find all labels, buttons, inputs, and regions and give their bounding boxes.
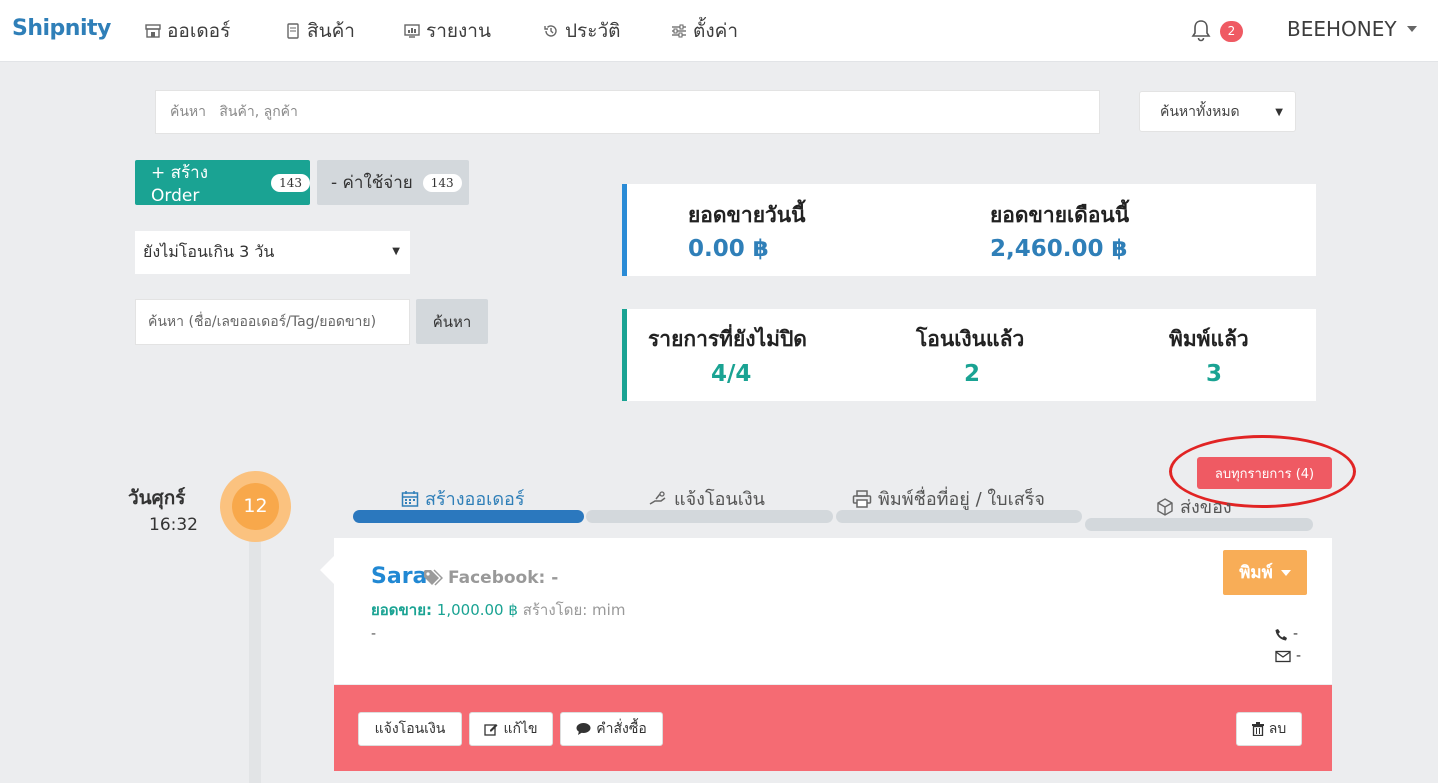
order-search-button[interactable]: ค้นหา bbox=[416, 299, 488, 344]
print-button-label: พิมพ์ bbox=[1239, 563, 1273, 583]
step-ship-bar bbox=[1085, 518, 1313, 531]
delete-order-label: ลบ bbox=[1268, 721, 1287, 737]
notify-payment-button[interactable]: แจ้งโอนเงิน bbox=[358, 712, 462, 746]
timeline-day: วันศุกร์ bbox=[128, 487, 186, 509]
step-ship-label: ส่งของ bbox=[1180, 497, 1232, 518]
notification-badge: 2 bbox=[1220, 21, 1243, 42]
step-notify-payment[interactable]: แจ้งโอนเงิน bbox=[648, 484, 765, 513]
open-orders-value: 4/4 bbox=[711, 361, 752, 387]
step-create-order[interactable]: สร้างออเดอร์ bbox=[401, 484, 525, 513]
nav-orders-label: ออเดอร์ bbox=[167, 20, 231, 42]
edit-icon bbox=[484, 724, 498, 736]
create-order-button[interactable]: + สร้าง Order 143 bbox=[135, 160, 310, 206]
report-icon bbox=[404, 24, 420, 38]
timeline-date: 12 bbox=[232, 483, 279, 530]
expense-count: 143 bbox=[422, 173, 462, 192]
step-print-address-bar bbox=[836, 510, 1082, 523]
comment-icon bbox=[576, 723, 591, 735]
today-sales-label: ยอดขายวันนี้ bbox=[688, 203, 806, 227]
printed-value: 3 bbox=[1206, 361, 1223, 387]
order-filter-value: ยังไม่โอนเกิน 3 วัน bbox=[143, 242, 275, 261]
step-notify-payment-bar bbox=[586, 510, 833, 523]
nav-history-label: ประวัติ bbox=[565, 20, 621, 42]
printed-label: พิมพ์แล้ว bbox=[1169, 327, 1249, 351]
envelope-icon bbox=[1275, 650, 1291, 662]
customer-phone: - bbox=[1275, 626, 1298, 642]
nav-orders[interactable]: ออเดอร์ bbox=[145, 16, 230, 46]
edit-order-button[interactable]: แก้ไข bbox=[469, 712, 553, 746]
step-notify-payment-label: แจ้งโอนเงิน bbox=[674, 489, 765, 510]
timeline-time: 16:32 bbox=[149, 515, 198, 535]
order-filter-select[interactable]: ยังไม่โอนเกิน 3 วัน ▼ bbox=[135, 231, 410, 274]
order-message-label: คำสั่งซื้อ bbox=[596, 721, 647, 737]
step-create-order-label: สร้างออเดอร์ bbox=[425, 489, 525, 510]
search-scope-value: ค้นหาทั้งหมด bbox=[1160, 103, 1240, 120]
history-icon bbox=[544, 25, 557, 37]
step-ship[interactable]: ส่งของ bbox=[1156, 492, 1232, 521]
store-icon bbox=[145, 24, 161, 38]
order-search-input[interactable] bbox=[135, 299, 410, 345]
month-sales-value: 2,460.00 ฿ bbox=[990, 236, 1128, 262]
brand-logo[interactable]: Shipnity bbox=[12, 16, 111, 41]
delete-order-button[interactable]: ลบ bbox=[1236, 712, 1302, 746]
created-by: สร้างโดย: mim bbox=[522, 601, 626, 619]
add-expense-button[interactable]: - ค่าใช้จ่าย 143 bbox=[317, 160, 469, 205]
nav-settings[interactable]: ตั้งค่า bbox=[671, 16, 738, 46]
customer-channel: Facebook: - bbox=[448, 568, 559, 588]
nav-products-label: สินค้า bbox=[307, 20, 355, 42]
products-icon bbox=[287, 23, 299, 39]
paid-value: 2 bbox=[964, 361, 981, 387]
tag-icon bbox=[424, 569, 443, 586]
create-order-count: 143 bbox=[271, 173, 310, 192]
sales-label: ยอดขาย: bbox=[371, 601, 433, 619]
hand-money-icon bbox=[649, 490, 666, 505]
nav-history[interactable]: ประวัติ bbox=[543, 16, 620, 46]
box-icon bbox=[1157, 497, 1173, 516]
order-card-pointer bbox=[320, 556, 334, 584]
trash-icon bbox=[1251, 722, 1264, 736]
order-sales-line: ยอดขาย: 1,000.00 ฿ สร้างโดย: mim bbox=[371, 598, 625, 622]
order-note: - bbox=[371, 626, 377, 642]
phone-value: - bbox=[1293, 626, 1299, 642]
customer-email: - bbox=[1275, 648, 1301, 664]
today-sales-value: 0.00 ฿ bbox=[688, 236, 769, 262]
add-expense-label: - ค่าใช้จ่าย bbox=[331, 173, 413, 193]
chevron-down-icon bbox=[1280, 569, 1291, 576]
bell-icon[interactable] bbox=[1190, 18, 1212, 42]
customer-name[interactable]: Sara bbox=[371, 564, 427, 589]
phone-icon bbox=[1275, 628, 1287, 640]
step-create-order-bar bbox=[353, 510, 584, 523]
open-orders-label: รายการที่ยังไม่ปิด bbox=[648, 327, 807, 351]
order-message-button[interactable]: คำสั่งซื้อ bbox=[560, 712, 663, 746]
print-dropdown-button[interactable]: พิมพ์ bbox=[1223, 550, 1307, 595]
notify-payment-label: แจ้งโอนเงิน bbox=[374, 721, 446, 737]
nav-products[interactable]: สินค้า bbox=[285, 16, 355, 46]
global-search-input[interactable] bbox=[155, 90, 1100, 134]
paid-label: โอนเงินแล้ว bbox=[916, 327, 1025, 351]
email-value: - bbox=[1296, 648, 1302, 664]
nav-settings-label: ตั้งค่า bbox=[693, 20, 738, 42]
nav-report-label: รายงาน bbox=[426, 20, 491, 42]
month-sales-label: ยอดขายเดือนนี้ bbox=[990, 203, 1130, 227]
user-menu[interactable]: BEEHONEY bbox=[1287, 17, 1417, 41]
dropdown-arrow-icon: ▼ bbox=[392, 246, 400, 257]
user-name: BEEHONEY bbox=[1287, 17, 1397, 41]
timeline-line bbox=[249, 540, 261, 783]
settings-icon bbox=[672, 24, 686, 38]
search-scope-select[interactable]: ค้นหาทั้งหมด ▼ bbox=[1139, 91, 1296, 132]
create-order-label: + สร้าง Order bbox=[151, 163, 209, 206]
calendar-icon bbox=[401, 490, 419, 507]
dropdown-arrow-icon: ▼ bbox=[1275, 107, 1283, 118]
nav-report[interactable]: รายงาน bbox=[404, 16, 491, 46]
step-print-address-label: พิมพ์ชื่อที่อยู่ / ใบเสร็จ bbox=[878, 489, 1045, 510]
chevron-down-icon bbox=[1406, 26, 1417, 32]
printer-icon bbox=[852, 489, 872, 508]
step-print-address[interactable]: พิมพ์ชื่อที่อยู่ / ใบเสร็จ bbox=[852, 484, 1045, 513]
sales-value: 1,000.00 ฿ bbox=[436, 601, 518, 619]
edit-order-label: แก้ไข bbox=[503, 721, 538, 737]
